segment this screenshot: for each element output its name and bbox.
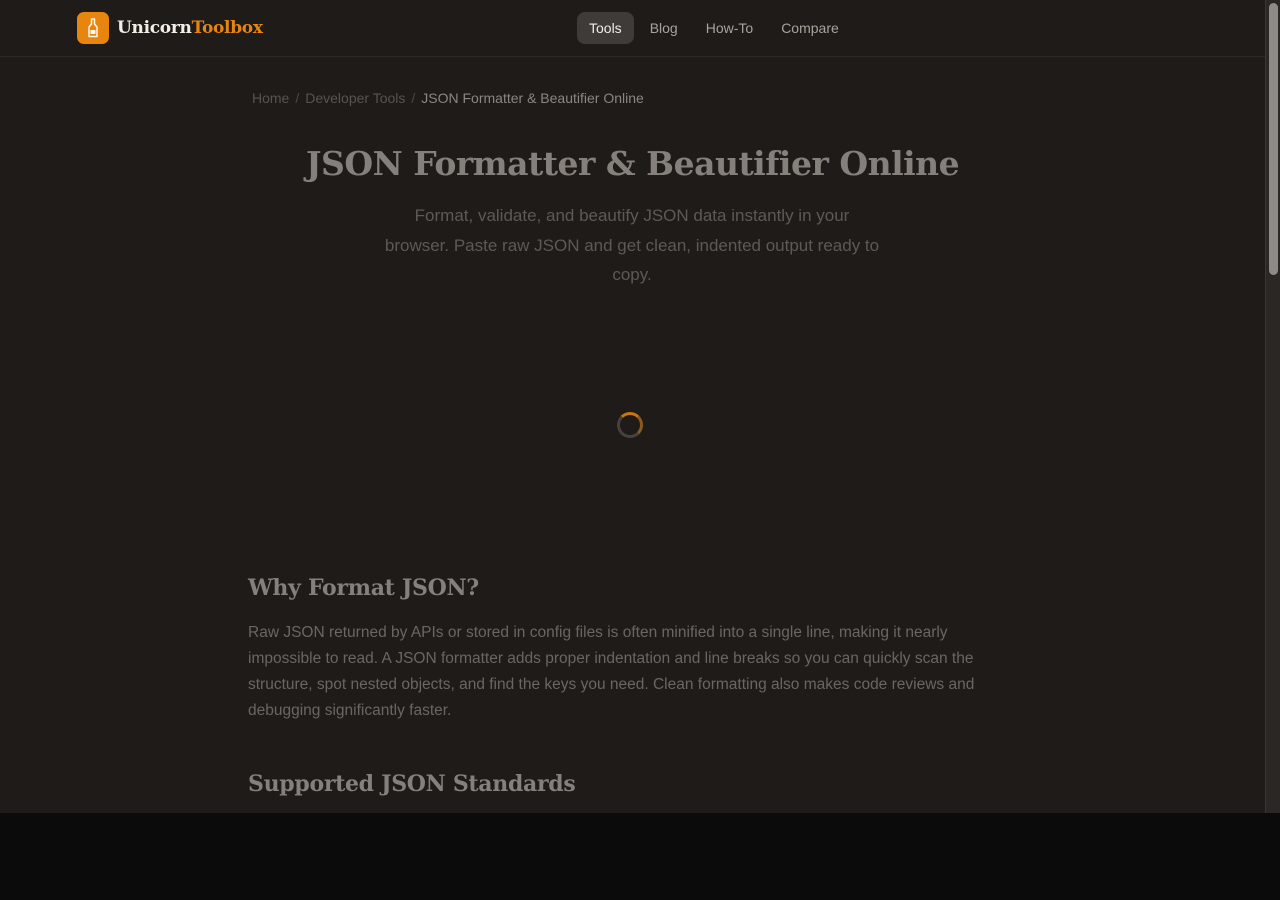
bottle-icon: [77, 12, 109, 44]
breadcrumb-home[interactable]: Home: [252, 90, 289, 106]
brand-name: UnicornToolbox: [117, 18, 263, 38]
bottom-panel: [0, 813, 1280, 900]
nav-how-to[interactable]: How-To: [694, 12, 765, 44]
page-viewport: UnicornToolbox Tools Blog How-To Compare…: [0, 0, 1280, 813]
loading-spinner-icon: [617, 412, 643, 438]
nav-compare[interactable]: Compare: [769, 12, 851, 44]
vertical-scrollbar[interactable]: [1265, 0, 1280, 813]
nav-tools[interactable]: Tools: [577, 12, 634, 44]
breadcrumb-current: JSON Formatter & Beautifier Online: [421, 90, 644, 106]
brand-logo[interactable]: UnicornToolbox: [77, 12, 263, 44]
scrollbar-thumb[interactable]: [1269, 3, 1278, 275]
breadcrumb-separator: /: [295, 90, 300, 106]
section-title-supported-standards: Supported JSON Standards: [248, 771, 576, 797]
page-subtitle: Format, validate, and beautify JSON data…: [384, 206, 880, 284]
section-body-why-format: Raw JSON returned by APIs or stored in c…: [248, 624, 975, 719]
breadcrumb: Home / Developer Tools / JSON Formatter & Be…: [252, 90, 644, 106]
section-title-why-format: Why Format JSON?: [248, 575, 479, 601]
page-title: JSON Formatter & Beautifier Online: [305, 144, 960, 183]
breadcrumb-separator: /: [411, 90, 416, 106]
top-navbar: UnicornToolbox Tools Blog How-To Compare: [0, 0, 1265, 57]
breadcrumb-developer-tools[interactable]: Developer Tools: [305, 90, 405, 106]
nav-blog[interactable]: Blog: [638, 12, 690, 44]
main-nav: Tools Blog How-To Compare: [577, 12, 851, 44]
